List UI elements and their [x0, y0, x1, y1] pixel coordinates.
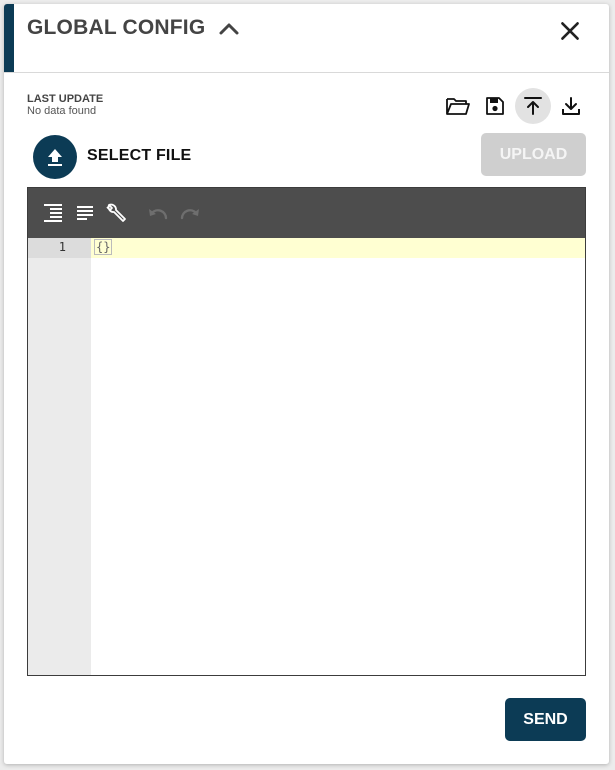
- line-number-text: 1: [58, 240, 66, 254]
- upload-button[interactable]: UPLOAD: [481, 133, 586, 176]
- json-editor[interactable]: 1 {}: [27, 187, 586, 676]
- folder-open-icon[interactable]: [440, 88, 476, 124]
- panel-header: GLOBAL CONFIG: [4, 4, 609, 73]
- global-config-panel: GLOBAL CONFIG LAST UPDATE No data found: [4, 4, 609, 764]
- editor-content-text: {}: [94, 239, 113, 255]
- redo-icon[interactable]: [177, 201, 203, 225]
- send-button[interactable]: SEND: [505, 698, 586, 741]
- active-line-highlight: [91, 238, 585, 258]
- upload-arrow-icon: [48, 149, 62, 166]
- select-file-button[interactable]: [33, 135, 77, 179]
- repair-icon[interactable]: [104, 201, 130, 225]
- upload-icon[interactable]: [515, 88, 551, 124]
- editor-content[interactable]: {}: [94, 239, 113, 255]
- close-icon[interactable]: [557, 18, 583, 44]
- save-icon[interactable]: [477, 88, 513, 124]
- page-title: GLOBAL CONFIG: [27, 16, 206, 39]
- last-update-label: LAST UPDATE: [27, 93, 104, 105]
- editor-toolbar: [28, 188, 585, 238]
- editor-gutter: [28, 238, 91, 675]
- download-icon[interactable]: [553, 88, 589, 124]
- chevron-up-icon[interactable]: [217, 17, 241, 41]
- undo-icon[interactable]: [145, 201, 171, 225]
- format-icon[interactable]: [40, 201, 66, 225]
- last-update-value: No data found: [27, 105, 97, 117]
- select-file-label[interactable]: SELECT FILE: [87, 147, 191, 165]
- header-accent-bar: [4, 4, 14, 72]
- compact-icon[interactable]: [72, 201, 98, 225]
- line-number: 1: [28, 238, 91, 258]
